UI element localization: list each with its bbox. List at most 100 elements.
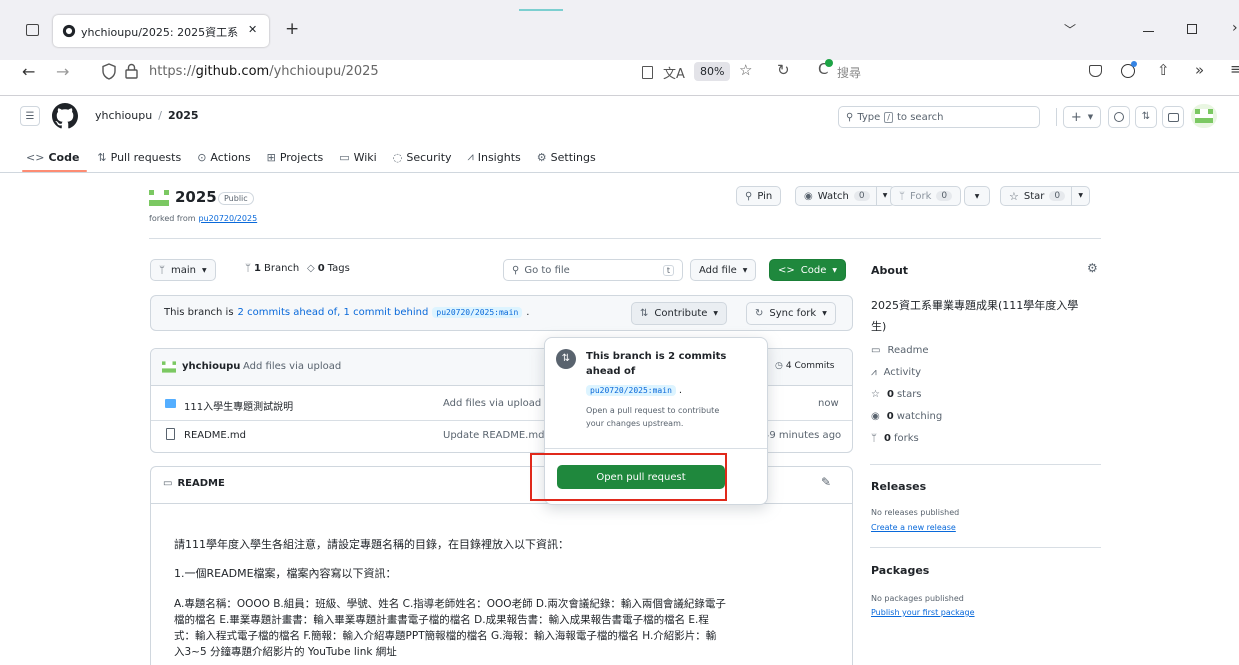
sync-fork-button[interactable]: ↻ Sync fork ▼ bbox=[746, 302, 836, 325]
issues-button[interactable] bbox=[1108, 106, 1130, 128]
add-file-button[interactable]: Add file ▼ bbox=[690, 259, 757, 281]
file-name[interactable]: 111入學生專題測試說明 bbox=[184, 398, 293, 413]
caret-down-icon: ▼ bbox=[832, 266, 837, 274]
pencil-icon[interactable]: ✎ bbox=[821, 475, 831, 489]
repo-forked-icon: ᛘ bbox=[871, 433, 877, 444]
global-search-input[interactable]: ⚲ Type / to search bbox=[838, 106, 1040, 128]
fork-button[interactable]: ᛘ Fork 0 bbox=[890, 186, 962, 206]
minimize-button[interactable] bbox=[1143, 31, 1154, 32]
header-divider bbox=[1056, 108, 1057, 126]
code-button[interactable]: <> Code ▼ bbox=[769, 259, 846, 281]
tab-pull-requests[interactable]: ⇅ Pull requests bbox=[89, 142, 189, 172]
releases-title[interactable]: Releases bbox=[871, 480, 926, 493]
url-text[interactable]: https://github.com/yhchioupu/2025 bbox=[149, 64, 379, 79]
star-caret-icon[interactable]: ▼ bbox=[1071, 187, 1089, 205]
about-forks-link[interactable]: ᛘ 0 forks bbox=[871, 433, 919, 444]
file-commit-time: now bbox=[818, 398, 839, 409]
about-stars-link[interactable]: ☆ 0 stars bbox=[871, 389, 922, 400]
breadcrumb-repo[interactable]: 2025 bbox=[168, 109, 199, 122]
contribute-button[interactable]: ⇅ Contribute ▼ bbox=[631, 302, 728, 325]
tab-insights[interactable]: ⩘ Insights bbox=[460, 142, 529, 172]
tab-projects[interactable]: ⊞ Projects bbox=[259, 142, 332, 172]
list-all-tabs-icon[interactable]: ﹀ bbox=[1064, 21, 1076, 38]
forked-from-link[interactable]: pu20720/2025 bbox=[199, 214, 258, 223]
translate-icon[interactable]: 文A bbox=[663, 63, 685, 82]
share-icon[interactable]: ⇧ bbox=[1157, 61, 1170, 79]
browser-divider bbox=[0, 95, 1239, 96]
about-watching-link[interactable]: ◉ 0 watching bbox=[871, 411, 942, 422]
tab-actions[interactable]: ⊙ Actions bbox=[189, 142, 258, 172]
plus-icon: + bbox=[1070, 109, 1082, 125]
tab-settings[interactable]: ⚙ Settings bbox=[529, 142, 604, 172]
url-path: /yhchioupu/2025 bbox=[269, 64, 379, 79]
pull-requests-button[interactable]: ⇅ bbox=[1135, 106, 1157, 128]
about-gear-icon[interactable]: ⚙ bbox=[1087, 261, 1098, 275]
commit-message[interactable]: Add files via upload bbox=[243, 361, 341, 372]
create-new-button[interactable]: + ▼ bbox=[1063, 106, 1101, 128]
zoom-level[interactable]: 80% bbox=[694, 62, 731, 81]
app-menu-icon[interactable]: ≡ bbox=[1230, 60, 1239, 78]
star-button[interactable]: ☆ Star 0 ▼ bbox=[1000, 186, 1091, 206]
commits-link[interactable]: ◷ 4 Commits bbox=[775, 361, 835, 371]
tab-code[interactable]: <> Code bbox=[0, 142, 89, 172]
book-icon: ▭ bbox=[163, 478, 173, 489]
tab-list-icon[interactable] bbox=[26, 24, 39, 36]
commit-author[interactable]: yhchioupu bbox=[182, 361, 240, 372]
go-to-file-input[interactable]: ⚲ Go to file t bbox=[503, 259, 683, 281]
user-avatar[interactable] bbox=[1191, 104, 1217, 128]
new-tab-button[interactable]: + bbox=[285, 19, 299, 39]
fork-caret-button[interactable]: ▼ bbox=[964, 186, 990, 206]
github-logo-icon[interactable] bbox=[52, 103, 78, 129]
tag-count: 0 bbox=[317, 263, 325, 274]
inbox-button[interactable] bbox=[1162, 106, 1184, 128]
about-readme-link[interactable]: ▭ Readme bbox=[871, 345, 928, 356]
overflow-menu-icon[interactable]: » bbox=[1195, 61, 1204, 79]
browser-tab[interactable]: yhchioupu/2025: 2025資工系 ✕ bbox=[53, 15, 269, 47]
readme-tab[interactable]: ▭ README bbox=[163, 478, 225, 489]
lock-icon[interactable] bbox=[125, 63, 138, 79]
repo-name[interactable]: 2025 bbox=[175, 188, 217, 206]
forward-button[interactable]: → bbox=[56, 62, 69, 81]
contribute-label: Contribute bbox=[654, 308, 708, 319]
tab-code-label: Code bbox=[48, 150, 80, 164]
reload-icon[interactable]: ↻ bbox=[777, 61, 790, 79]
close-window-icon[interactable]: › bbox=[1232, 20, 1238, 36]
file-name[interactable]: README.md bbox=[184, 430, 246, 441]
pin-button[interactable]: ⚲ Pin bbox=[736, 186, 782, 206]
add-file-label: Add file bbox=[699, 264, 737, 276]
publish-package-link[interactable]: Publish your first package bbox=[871, 608, 975, 617]
branch-count-link[interactable]: ᛘ 1 Branch bbox=[245, 263, 299, 274]
popup-desc-line: Open a pull request to contribute bbox=[586, 406, 720, 415]
tab-security[interactable]: ◌ Security bbox=[385, 142, 460, 172]
about-activity-link[interactable]: ⩘ Activity bbox=[871, 367, 921, 378]
tab-wiki[interactable]: ▭ Wiki bbox=[331, 142, 385, 172]
reader-view-icon[interactable] bbox=[642, 66, 653, 79]
pocket-icon[interactable] bbox=[1089, 65, 1102, 77]
about-forks-label: forks bbox=[893, 433, 919, 444]
file-commit-message[interactable]: Update README.md bbox=[443, 430, 544, 441]
tab-close-icon[interactable]: ✕ bbox=[248, 23, 257, 36]
branch-status-link[interactable]: 2 commits ahead of, 1 commit behind bbox=[238, 307, 429, 318]
hamburger-button[interactable]: ☰ bbox=[20, 106, 40, 126]
book-icon: ▭ bbox=[871, 345, 881, 356]
pulse-icon: ⩘ bbox=[871, 367, 877, 378]
shield-icon[interactable] bbox=[101, 63, 117, 80]
bookmark-star-icon[interactable]: ☆ bbox=[739, 61, 752, 79]
search-engine-badge bbox=[825, 59, 833, 67]
create-release-link[interactable]: Create a new release bbox=[871, 523, 956, 532]
back-button[interactable]: ← bbox=[22, 62, 35, 81]
tag-count-link[interactable]: ◇ 0 Tags bbox=[307, 263, 350, 274]
graph-icon: ⩘ bbox=[467, 150, 474, 163]
git-pull-request-icon: ⇅ bbox=[1141, 111, 1151, 122]
browser-search-input[interactable]: 搜尋 bbox=[837, 64, 861, 81]
popup-title-line: This branch is 2 commits bbox=[586, 351, 727, 362]
file-commit-message[interactable]: Add files via upload bbox=[443, 398, 541, 409]
watch-button[interactable]: ◉ Watch 0 ▼ bbox=[795, 186, 895, 206]
about-watching-label: watching bbox=[896, 411, 943, 422]
branch-select-button[interactable]: ᛘ main ▼ bbox=[150, 259, 216, 281]
breadcrumb-owner[interactable]: yhchioupu bbox=[95, 109, 152, 122]
restore-button[interactable] bbox=[1187, 24, 1197, 34]
git-pull-request-icon: ⇅ bbox=[97, 150, 107, 164]
packages-title[interactable]: Packages bbox=[871, 564, 929, 577]
github-favicon-icon bbox=[62, 24, 76, 38]
